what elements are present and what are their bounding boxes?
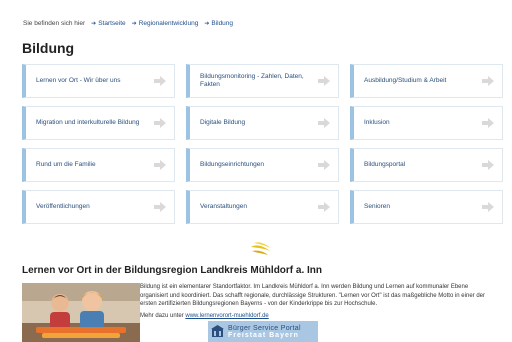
section-body: Bildung ist ein elementarer Standortfakt… bbox=[140, 283, 490, 323]
arrow-right-icon: ➔ bbox=[131, 21, 137, 27]
arrow-right-icon bbox=[154, 202, 166, 212]
building-icon bbox=[211, 325, 224, 337]
lernenvorort-link[interactable]: www.lernenvorort-muehldorf.de bbox=[185, 313, 268, 319]
tile-label: Bildungsmonitoring - Zahlen, Daten, Fakt… bbox=[200, 73, 304, 88]
landkreis-logo-icon bbox=[251, 242, 271, 255]
photo-illustration bbox=[22, 283, 140, 342]
buerger-service-portal-banner[interactable]: Bürger Service Portal Freistaat Bayern bbox=[208, 321, 318, 342]
arrow-right-icon bbox=[318, 76, 330, 86]
tile-label: Rund um die Familie bbox=[36, 161, 96, 168]
tile-lernen-vor-ort[interactable]: Lernen vor Ort - Wir über uns bbox=[22, 64, 175, 98]
tile-veroeffentlichungen[interactable]: Veröffentlichungen bbox=[22, 190, 175, 224]
tile-migration[interactable]: Migration und interkulturelle Bildung bbox=[22, 106, 175, 140]
tile-veranstaltungen[interactable]: Veranstaltungen bbox=[186, 190, 339, 224]
topic-tiles: Lernen vor Ort - Wir über uns Bildungsmo… bbox=[22, 64, 503, 224]
tile-bildungseinrichtungen[interactable]: Bildungseinrichtungen bbox=[186, 148, 339, 182]
breadcrumb-label: Bildung bbox=[211, 20, 234, 27]
tile-familie[interactable]: Rund um die Familie bbox=[22, 148, 175, 182]
breadcrumb-label: Startseite bbox=[98, 20, 126, 27]
arrow-right-icon bbox=[482, 202, 494, 212]
arrow-right-icon: ➔ bbox=[204, 21, 210, 27]
breadcrumb-link-bildung[interactable]: ➔ Bildung bbox=[204, 20, 233, 27]
banner-line2: Freistaat Bayern bbox=[228, 331, 299, 339]
tile-label: Migration und interkulturelle Bildung bbox=[36, 119, 140, 126]
arrow-right-icon bbox=[318, 202, 330, 212]
tile-label: Bildungseinrichtungen bbox=[200, 161, 264, 168]
main-content: Sie befinden sich hier ➔ Startseite ➔ Re… bbox=[15, 0, 510, 342]
arrow-right-icon bbox=[482, 76, 494, 86]
tile-inklusion[interactable]: Inklusion bbox=[350, 106, 503, 140]
children-photo bbox=[22, 283, 140, 342]
breadcrumb-link-regionalentwicklung[interactable]: ➔ Regionalentwicklung bbox=[132, 20, 199, 27]
tile-label: Ausbildung/Studium & Arbeit bbox=[364, 77, 447, 84]
page: Sie befinden sich hier ➔ Startseite ➔ Re… bbox=[0, 0, 512, 342]
arrow-right-icon bbox=[482, 160, 494, 170]
arrow-right-icon bbox=[154, 118, 166, 128]
section-title: Lernen vor Ort in der Bildungsregion Lan… bbox=[22, 265, 323, 276]
breadcrumb-link-startseite[interactable]: ➔ Startseite bbox=[91, 20, 126, 27]
section-paragraph: Bildung ist ein elementarer Standortfakt… bbox=[140, 284, 485, 307]
breadcrumb-intro: Sie befinden sich hier bbox=[23, 20, 86, 27]
arrow-right-icon bbox=[482, 118, 494, 128]
more-info-prefix: Mehr dazu unter bbox=[140, 312, 184, 319]
breadcrumb-label: Regionalentwicklung bbox=[138, 20, 199, 27]
tile-label: Veröffentlichungen bbox=[36, 203, 90, 210]
arrow-right-icon bbox=[154, 76, 166, 86]
arrow-right-icon bbox=[318, 118, 330, 128]
tile-label: Senioren bbox=[364, 203, 391, 210]
tile-label: Inklusion bbox=[364, 119, 390, 126]
more-info-line: Mehr dazu unter www.lernenvorort-muehldo… bbox=[140, 312, 490, 321]
arrow-right-icon bbox=[318, 160, 330, 170]
tile-label: Bildungsportal bbox=[364, 161, 406, 168]
tile-ausbildung[interactable]: Ausbildung/Studium & Arbeit bbox=[350, 64, 503, 98]
tile-label: Lernen vor Ort - Wir über uns bbox=[36, 77, 121, 84]
arrow-right-icon: ➔ bbox=[91, 21, 97, 27]
tile-label: Veranstaltungen bbox=[200, 203, 247, 210]
tile-digitale-bildung[interactable]: Digitale Bildung bbox=[186, 106, 339, 140]
banner-line1: Bürger Service Portal bbox=[228, 324, 301, 332]
tile-bildungsportal[interactable]: Bildungsportal bbox=[350, 148, 503, 182]
page-title: Bildung bbox=[22, 40, 75, 56]
tile-bildungsmonitoring[interactable]: Bildungsmonitoring - Zahlen, Daten, Fakt… bbox=[186, 64, 339, 98]
tile-label: Digitale Bildung bbox=[200, 119, 246, 126]
arrow-right-icon bbox=[154, 160, 166, 170]
breadcrumb: Sie befinden sich hier ➔ Startseite ➔ Re… bbox=[23, 20, 233, 27]
tile-senioren[interactable]: Senioren bbox=[350, 190, 503, 224]
